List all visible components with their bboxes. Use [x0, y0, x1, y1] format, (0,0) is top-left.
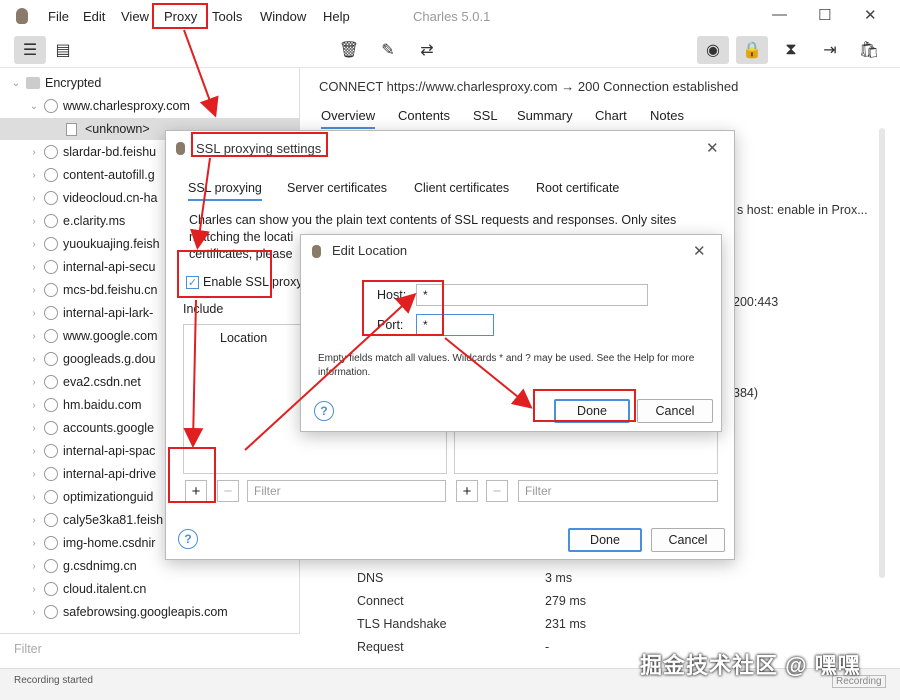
arrow	[444, 337, 533, 409]
arrow	[244, 292, 417, 451]
watermark: 掘金技术社区 @ 嘿嘿	[640, 653, 861, 678]
arrow	[183, 29, 219, 118]
annotation-arrows	[183, 29, 533, 451]
arrow	[190, 157, 211, 250]
arrow	[183, 299, 204, 448]
